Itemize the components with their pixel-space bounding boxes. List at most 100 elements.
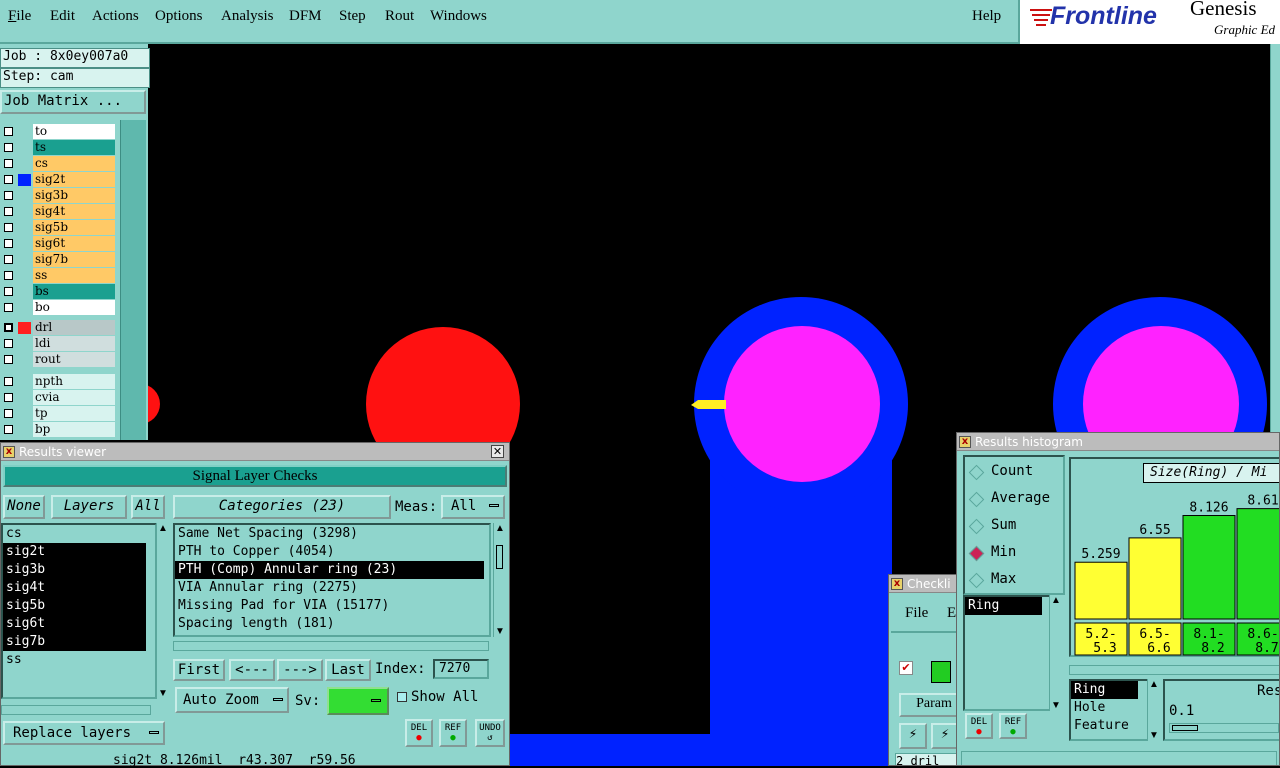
ref-button[interactable]: REF ●	[439, 719, 467, 747]
layer-checkbox[interactable]	[4, 287, 13, 296]
menu-options[interactable]: Options	[155, 8, 203, 25]
layer-checkbox[interactable]	[4, 175, 13, 184]
layer-name[interactable]: ss	[33, 268, 115, 283]
list-item[interactable]: VIA Annular ring (2275)	[175, 579, 484, 597]
job-matrix-button[interactable]: Job Matrix ...	[0, 90, 146, 114]
layer-checkbox[interactable]	[4, 339, 13, 348]
layer-list-scrollbar[interactable]: ▲ ▼	[156, 523, 169, 699]
results-layer-list[interactable]: cs sig2t sig3b sig4t sig5b sig6t sig7b ss	[1, 523, 157, 699]
close-icon[interactable]: ✕	[491, 445, 504, 458]
layer-row-tp[interactable]: tp	[0, 406, 118, 422]
menu-help[interactable]: Help	[972, 8, 1001, 25]
layer-checkbox[interactable]	[4, 323, 13, 332]
layer-row-ss[interactable]: ss	[0, 268, 118, 284]
list-item[interactable]: cs	[3, 525, 146, 543]
layer-name[interactable]: ldi	[33, 336, 115, 351]
layer-checkbox[interactable]	[4, 355, 13, 364]
meas-dropdown[interactable]: All	[441, 495, 505, 519]
radio-diamond-icon[interactable]	[968, 464, 985, 481]
scroll-down-icon[interactable]: ▼	[1051, 700, 1061, 711]
layer-row-sig4t[interactable]: sig4t	[0, 204, 118, 220]
histogram-ref-button[interactable]: REF ●	[999, 713, 1027, 739]
scroll-up-icon[interactable]: ▲	[158, 523, 168, 534]
layer-scrollbar[interactable]	[120, 120, 146, 440]
list-item[interactable]: sig7b	[3, 633, 146, 651]
resolution-slider[interactable]	[1169, 723, 1279, 733]
prev-button[interactable]: <---	[229, 659, 275, 681]
replace-layers-dropdown[interactable]: Replace layers	[3, 721, 165, 745]
layer-checkbox[interactable]	[4, 159, 13, 168]
layer-name[interactable]: ts	[33, 140, 115, 155]
param-button[interactable]: Param	[899, 693, 957, 717]
menu-edit[interactable]: Edit	[50, 8, 75, 25]
layer-row-sig3b[interactable]: sig3b	[0, 188, 118, 204]
layer-list-hscroll[interactable]	[1, 705, 151, 715]
list-item[interactable]: Ring	[965, 597, 1042, 615]
layer-name[interactable]: cvia	[33, 390, 115, 405]
layer-checkbox[interactable]	[4, 239, 13, 248]
menu-dfm[interactable]: DFM	[289, 8, 322, 25]
list-item[interactable]: Ring	[1071, 681, 1138, 699]
layer-checkbox[interactable]	[4, 271, 13, 280]
undo-button[interactable]: UNDO ↺	[475, 719, 505, 747]
scroll-down-icon[interactable]: ▼	[158, 688, 168, 699]
layer-row-drl[interactable]: drl	[0, 320, 118, 336]
histogram-measure-list[interactable]: Ring Hole Feature	[1069, 679, 1151, 741]
histogram-left-scrollbar[interactable]: ▲ ▼	[1049, 595, 1062, 711]
layer-row-rout[interactable]: rout	[0, 352, 118, 368]
del-button[interactable]: DEL ●	[405, 719, 433, 747]
layer-checkbox[interactable]	[4, 393, 13, 402]
layer-name[interactable]: sig6t	[33, 236, 115, 251]
category-list[interactable]: Same Net Spacing (3298) PTH to Copper (40…	[173, 523, 491, 637]
histogram-bar[interactable]	[1074, 561, 1128, 620]
layer-row-ts[interactable]: ts	[0, 140, 118, 156]
menu-windows[interactable]: Windows	[430, 8, 487, 25]
layer-name[interactable]: bp	[33, 422, 115, 437]
checklist-menu-file[interactable]: File	[905, 605, 928, 622]
layer-row-npth[interactable]: npth	[0, 374, 118, 390]
none-button[interactable]: None	[3, 495, 45, 519]
menu-step[interactable]: Step	[339, 8, 366, 25]
menu-file[interactable]: File	[8, 8, 31, 25]
checklist-row[interactable]: 2 dril	[895, 753, 957, 765]
layer-checkbox[interactable]	[4, 191, 13, 200]
window-menu-icon[interactable]: x	[891, 578, 903, 590]
layer-row-cvia[interactable]: cvia	[0, 390, 118, 406]
layer-row-cs[interactable]: cs	[0, 156, 118, 172]
layer-name[interactable]: bs	[33, 284, 115, 299]
layer-row-to[interactable]: to	[0, 124, 118, 140]
list-item[interactable]: Same Net Spacing (3298)	[175, 525, 484, 543]
layer-name[interactable]: sig5b	[33, 220, 115, 235]
check-mark-icon[interactable]: ✔	[899, 661, 913, 675]
chart-hscroll[interactable]	[1069, 665, 1279, 675]
histogram-bar[interactable]	[1236, 508, 1280, 620]
layer-name[interactable]: tp	[33, 406, 115, 421]
layer-name[interactable]: sig2t	[33, 172, 115, 187]
layer-checkbox[interactable]	[4, 127, 13, 136]
category-list-scrollbar[interactable]: ▲ ▼	[493, 523, 506, 637]
list-item[interactable]: sig3b	[3, 561, 146, 579]
layer-checkbox[interactable]	[4, 425, 13, 434]
scroll-thumb[interactable]	[496, 545, 503, 569]
radio-diamond-icon[interactable]	[968, 545, 985, 562]
layer-checkbox[interactable]	[4, 255, 13, 264]
menu-rout[interactable]: Rout	[385, 8, 414, 25]
layer-row-sig5b[interactable]: sig5b	[0, 220, 118, 236]
category-list-hscroll[interactable]	[173, 641, 489, 651]
scroll-up-icon[interactable]: ▲	[1149, 679, 1159, 690]
index-field[interactable]: 7270	[433, 659, 489, 679]
layer-checkbox[interactable]	[4, 207, 13, 216]
list-item[interactable]: PTH to Copper (4054)	[175, 543, 484, 561]
histogram-del-button[interactable]: DEL ●	[965, 713, 993, 739]
measure-list-scrollbar[interactable]: ▲ ▼	[1147, 679, 1160, 741]
run-icon[interactable]: ⚡	[899, 723, 927, 749]
right-toolbar[interactable]	[1270, 44, 1280, 444]
histogram-bar[interactable]	[1128, 537, 1182, 620]
layer-name[interactable]: drl	[33, 320, 115, 335]
list-item[interactable]: sig6t	[3, 615, 146, 633]
layer-checkbox[interactable]	[4, 377, 13, 386]
window-menu-icon[interactable]: x	[3, 446, 15, 458]
layer-name[interactable]: bo	[33, 300, 115, 315]
layer-name[interactable]: to	[33, 124, 115, 139]
window-menu-icon[interactable]: x	[959, 436, 971, 448]
